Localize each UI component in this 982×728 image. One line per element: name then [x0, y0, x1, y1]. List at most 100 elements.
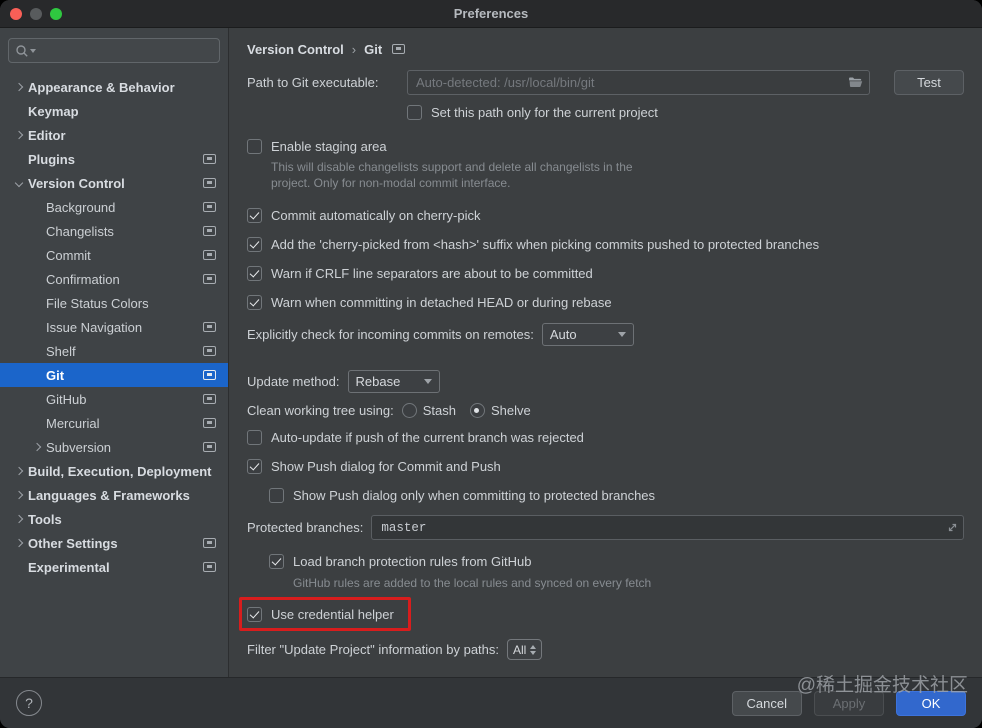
- chevron-right-icon[interactable]: [14, 130, 24, 140]
- push-dialog-protected-checkbox[interactable]: Show Push dialog only when committing to…: [269, 484, 964, 506]
- sidebar-item-tools[interactable]: Tools: [0, 507, 228, 531]
- sidebar-item-plugins[interactable]: Plugins: [0, 147, 228, 171]
- settings-page-icon: [203, 250, 216, 260]
- protected-branches-input[interactable]: [371, 515, 964, 540]
- sidebar-item-issue-navigation[interactable]: Issue Navigation: [0, 315, 228, 339]
- help-button[interactable]: ?: [16, 690, 42, 716]
- stash-radio-label[interactable]: Stash: [423, 403, 456, 418]
- chevron-right-icon[interactable]: [14, 514, 24, 524]
- git-path-row: Path to Git executable: Test: [247, 70, 964, 95]
- sidebar-item-confirmation[interactable]: Confirmation: [0, 267, 228, 291]
- filter-paths-select[interactable]: All: [507, 639, 543, 660]
- settings-page-icon: [203, 274, 216, 284]
- window-title: Preferences: [453, 6, 529, 21]
- chevron-right-icon[interactable]: [14, 490, 24, 500]
- clean-working-tree-label: Clean working tree using:: [247, 403, 394, 418]
- breadcrumb-section[interactable]: Version Control: [247, 42, 344, 57]
- sidebar-item-keymap[interactable]: Keymap: [0, 99, 228, 123]
- breadcrumb-separator: ›: [351, 41, 357, 57]
- annotation-highlight: Use credential helper: [239, 597, 411, 631]
- checkbox-icon[interactable]: [269, 553, 284, 569]
- search-input[interactable]: [39, 43, 213, 58]
- sidebar-item-label: Plugins: [28, 151, 75, 167]
- update-method-select[interactable]: Rebase: [347, 370, 440, 393]
- checkbox-icon[interactable]: [247, 138, 262, 154]
- set-path-current-project-checkbox[interactable]: Set this path only for the current proje…: [407, 101, 964, 123]
- sidebar-item-other-settings[interactable]: Other Settings: [0, 531, 228, 555]
- sidebar-item-appearance-behavior[interactable]: Appearance & Behavior: [0, 75, 228, 99]
- enable-staging-area-checkbox[interactable]: Enable staging area: [247, 135, 964, 157]
- sidebar-item-label: Appearance & Behavior: [28, 79, 175, 95]
- incoming-commits-select[interactable]: Auto: [541, 323, 634, 346]
- chevron-right-icon[interactable]: [32, 442, 42, 452]
- sidebar-item-version-control[interactable]: Version Control: [0, 171, 228, 195]
- use-credential-helper-label: Use credential helper: [271, 606, 394, 622]
- settings-page-icon: [203, 562, 216, 572]
- sidebar-item-experimental[interactable]: Experimental: [0, 555, 228, 579]
- test-button[interactable]: Test: [894, 70, 964, 95]
- sidebar-item-file-status-colors[interactable]: File Status Colors: [0, 291, 228, 315]
- sidebar-item-mercurial[interactable]: Mercurial: [0, 411, 228, 435]
- checkbox-icon[interactable]: [247, 606, 262, 622]
- ok-button[interactable]: OK: [896, 690, 966, 716]
- chevron-right-icon[interactable]: [14, 538, 24, 548]
- folder-browse-icon[interactable]: [848, 75, 863, 91]
- settings-search-field[interactable]: [8, 38, 220, 63]
- sidebar-item-shelf[interactable]: Shelf: [0, 339, 228, 363]
- checkbox-icon[interactable]: [247, 458, 262, 474]
- cherry-picked-suffix-checkbox[interactable]: Add the 'cherry-picked from <hash>' suff…: [247, 233, 964, 255]
- filter-update-project-label: Filter "Update Project" information by p…: [247, 642, 500, 657]
- commit-on-cherry-pick-checkbox[interactable]: Commit automatically on cherry-pick: [247, 204, 964, 226]
- git-path-input[interactable]: [407, 70, 870, 95]
- close-window-button[interactable]: [10, 7, 22, 20]
- use-credential-helper-checkbox[interactable]: Use credential helper: [247, 603, 394, 625]
- chevron-right-icon[interactable]: [14, 82, 24, 92]
- sidebar-item-subversion[interactable]: Subversion: [0, 435, 228, 459]
- chevron-down-icon[interactable]: [14, 178, 24, 188]
- sidebar-item-build-execution-deployment[interactable]: Build, Execution, Deployment: [0, 459, 228, 483]
- checkbox-icon[interactable]: [247, 429, 262, 445]
- sidebar-item-git[interactable]: Git: [0, 363, 228, 387]
- checkbox-icon[interactable]: [247, 236, 262, 252]
- cancel-button[interactable]: Cancel: [731, 690, 802, 716]
- sidebar-item-label: Changelists: [46, 223, 114, 239]
- sidebar-item-background[interactable]: Background: [0, 195, 228, 219]
- expand-field-icon[interactable]: [947, 521, 958, 536]
- sidebar-item-label: GitHub: [46, 391, 87, 407]
- minimize-window-button[interactable]: [30, 7, 42, 20]
- filter-paths-value: All: [513, 642, 527, 657]
- sidebar-item-changelists[interactable]: Changelists: [0, 219, 228, 243]
- stash-radio[interactable]: [401, 403, 417, 418]
- branch-rules-hint: GitHub rules are added to the local rule…: [293, 576, 652, 590]
- load-branch-rules-checkbox[interactable]: Load branch protection rules from GitHub: [269, 550, 964, 572]
- sidebar-item-label: Build, Execution, Deployment: [28, 463, 212, 479]
- incoming-commits-label: Explicitly check for incoming commits on…: [247, 327, 534, 342]
- checkbox-icon[interactable]: [247, 294, 262, 310]
- search-options-chevron-icon[interactable]: [30, 48, 36, 53]
- checkbox-icon[interactable]: [407, 104, 422, 120]
- shelve-radio[interactable]: [469, 403, 485, 418]
- set-path-current-project-label: Set this path only for the current proje…: [431, 104, 658, 120]
- update-method-value: Rebase: [355, 374, 401, 389]
- sidebar-item-label: Shelf: [46, 343, 76, 359]
- auto-update-rejected-push-label: Auto-update if push of the current branc…: [271, 429, 584, 445]
- chevron-right-icon[interactable]: [14, 466, 24, 476]
- sidebar-item-commit[interactable]: Commit: [0, 243, 228, 267]
- checkbox-icon[interactable]: [247, 265, 262, 281]
- push-dialog-protected-label: Show Push dialog only when committing to…: [293, 487, 656, 503]
- auto-update-rejected-push-checkbox[interactable]: Auto-update if push of the current branc…: [247, 426, 964, 448]
- sidebar-item-editor[interactable]: Editor: [0, 123, 228, 147]
- shelve-radio-label[interactable]: Shelve: [491, 403, 531, 418]
- checkbox-icon[interactable]: [269, 487, 284, 503]
- warn-detached-head-checkbox[interactable]: Warn when committing in detached HEAD or…: [247, 291, 964, 313]
- show-push-dialog-checkbox[interactable]: Show Push dialog for Commit and Push: [247, 455, 964, 477]
- zoom-window-button[interactable]: [50, 7, 62, 20]
- checkbox-icon[interactable]: [247, 207, 262, 223]
- sidebar-item-languages-frameworks[interactable]: Languages & Frameworks: [0, 483, 228, 507]
- sidebar-item-label: Mercurial: [46, 415, 100, 431]
- apply-button[interactable]: Apply: [814, 690, 884, 716]
- sidebar-item-github[interactable]: GitHub: [0, 387, 228, 411]
- warn-crlf-checkbox[interactable]: Warn if CRLF line separators are about t…: [247, 262, 964, 284]
- settings-page-icon: [203, 370, 216, 380]
- git-settings-panel: Version Control › Git Path to Git execut…: [229, 28, 982, 677]
